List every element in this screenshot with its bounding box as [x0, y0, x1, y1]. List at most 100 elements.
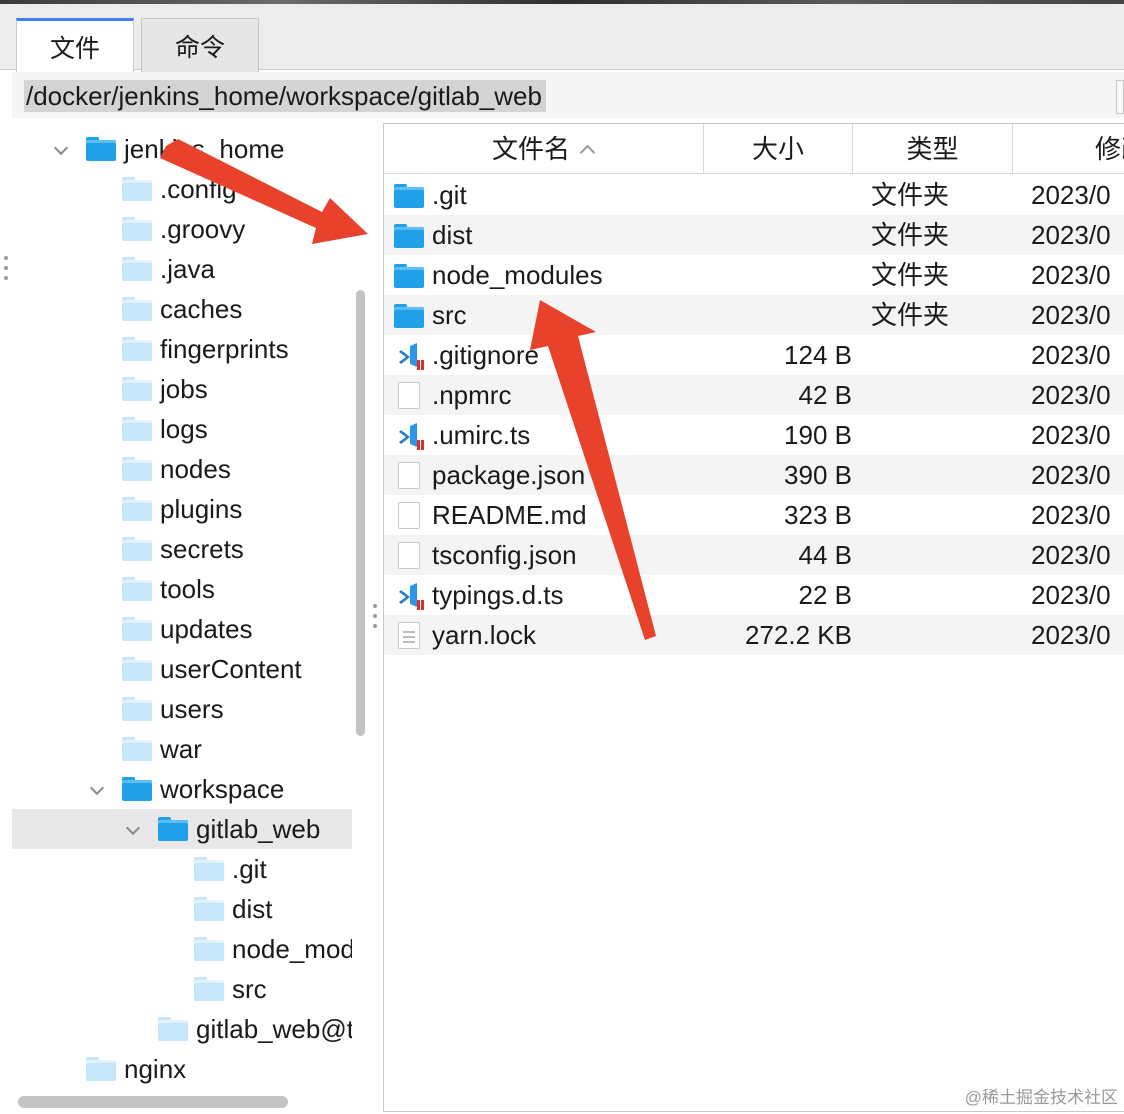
file-modified: 2023/0: [1031, 620, 1111, 650]
tab-commands[interactable]: 命令: [141, 18, 259, 72]
file-modified: 2023/0: [1031, 380, 1111, 410]
file-row[interactable]: src 文件夹 2023/0: [384, 295, 1124, 335]
tab-files[interactable]: 文件: [16, 18, 134, 73]
file-modified: 2023/0: [1031, 460, 1111, 490]
file-icon: [394, 502, 424, 529]
tree-item-label: node_modules: [232, 934, 352, 964]
folder-icon: [194, 897, 224, 921]
folder-icon: [158, 1017, 188, 1041]
column-header-modified[interactable]: 修改时间: [1013, 124, 1124, 174]
file-modified: 2023/0: [1031, 580, 1111, 610]
tree-item-label: gitlab_web: [196, 814, 321, 844]
tree-item[interactable]: nodes: [12, 449, 352, 489]
tree-item[interactable]: userContent: [12, 649, 352, 689]
tree-item[interactable]: war: [12, 729, 352, 769]
chevron-down-icon[interactable]: [89, 780, 105, 796]
tree-horizontal-scrollbar[interactable]: [18, 1096, 288, 1108]
path-input[interactable]: /docker/jenkins_home/workspace/gitlab_we…: [24, 80, 546, 112]
file-row[interactable]: .git 文件夹 2023/0: [384, 175, 1124, 215]
file-row[interactable]: yarn.lock 272.2 KB 2023/0: [384, 615, 1124, 655]
tree-item-label: userContent: [160, 654, 302, 684]
tree-item-label: jenkins_home: [124, 134, 285, 164]
tree-item[interactable]: gitlab_web: [12, 809, 352, 849]
tree-item[interactable]: logs: [12, 409, 352, 449]
folder-icon: [122, 737, 152, 761]
file-row[interactable]: README.md 323 B 2023/0: [384, 495, 1124, 535]
tree-item-label: caches: [160, 294, 243, 324]
folder-icon: [394, 302, 424, 328]
tree-item-label: secrets: [160, 534, 244, 564]
tree-item[interactable]: .git: [12, 849, 352, 889]
file-row[interactable]: .umirc.ts 190 B 2023/0: [384, 415, 1124, 455]
file-size: 272.2 KB: [745, 620, 852, 650]
tree-item[interactable]: tools: [12, 569, 352, 609]
file-size: [704, 215, 852, 255]
tree-item[interactable]: .groovy: [12, 209, 352, 249]
file-size: 323 B: [784, 500, 852, 530]
tree-item[interactable]: fingerprints: [12, 329, 352, 369]
folder-icon: [122, 377, 152, 401]
file-type: [871, 375, 1001, 415]
file-row[interactable]: .npmrc 42 B 2023/0: [384, 375, 1124, 415]
tree-item[interactable]: updates: [12, 609, 352, 649]
file-icon: [394, 382, 424, 409]
tree-item[interactable]: dist: [12, 889, 352, 929]
tree-item[interactable]: node_modules: [12, 929, 352, 969]
chevron-down-icon[interactable]: [53, 140, 69, 156]
folder-icon: [122, 537, 152, 561]
file-type: 文件夹: [871, 300, 950, 330]
tree-item-label: nginx: [124, 1054, 187, 1084]
tree-item[interactable]: jenkins_home: [12, 129, 352, 169]
tree-item-label: .git: [232, 854, 267, 884]
folder-icon: [158, 817, 188, 841]
file-modified: 2023/0: [1031, 220, 1111, 250]
file-row[interactable]: .gitignore 124 B 2023/0: [384, 335, 1124, 375]
folder-icon: [122, 657, 152, 681]
tree-item[interactable]: .config: [12, 169, 352, 209]
file-row[interactable]: dist 文件夹 2023/0: [384, 215, 1124, 255]
tree-item-label: gitlab_web@tmp: [196, 1014, 352, 1044]
tree-item[interactable]: gitlab_web@tmp: [12, 1009, 352, 1049]
file-size: 190 B: [784, 420, 852, 450]
tree-item-label: jobs: [160, 374, 208, 404]
folder-icon: [122, 577, 152, 601]
chevron-down-icon[interactable]: [125, 820, 141, 836]
left-panel-grip[interactable]: [4, 256, 10, 286]
path-go-button[interactable]: [1116, 80, 1124, 114]
file-row[interactable]: node_modules 文件夹 2023/0: [384, 255, 1124, 295]
file-modified: 2023/0: [1031, 260, 1111, 290]
tree-item[interactable]: users: [12, 689, 352, 729]
column-header-name[interactable]: 文件名: [384, 124, 704, 174]
tree-vertical-scrollbar[interactable]: [356, 290, 365, 736]
file-row[interactable]: tsconfig.json 44 B 2023/0: [384, 535, 1124, 575]
folder-icon: [122, 257, 152, 281]
file-row[interactable]: package.json 390 B 2023/0: [384, 455, 1124, 495]
panel-splitter-grip[interactable]: [373, 604, 379, 634]
tree-item-label: users: [160, 694, 224, 724]
file-type: [871, 535, 1001, 575]
tree-item-label: fingerprints: [160, 334, 289, 364]
directory-tree: jenkins_home .config .groovy .java caches fin…: [12, 126, 352, 1094]
tree-item[interactable]: .java: [12, 249, 352, 289]
tree-item[interactable]: plugins: [12, 489, 352, 529]
folder-icon: [122, 217, 152, 241]
folder-icon: [394, 222, 424, 248]
folder-icon: [122, 697, 152, 721]
folder-icon: [394, 182, 424, 208]
file-type: 文件夹: [871, 260, 950, 290]
sort-ascending-icon: [579, 144, 596, 161]
tree-item[interactable]: workspace: [12, 769, 352, 809]
tree-item-label: .java: [160, 254, 215, 284]
tree-item[interactable]: secrets: [12, 529, 352, 569]
file-type: [871, 615, 1001, 655]
tab-bar: 文件 命令: [0, 4, 1124, 73]
folder-icon: [86, 1057, 116, 1081]
column-header-type[interactable]: 类型: [853, 124, 1013, 174]
tree-item[interactable]: caches: [12, 289, 352, 329]
column-header-size[interactable]: 大小: [704, 124, 853, 174]
tree-item[interactable]: nginx: [12, 1049, 352, 1089]
file-row[interactable]: typings.d.ts 22 B 2023/0: [384, 575, 1124, 615]
tree-item[interactable]: jobs: [12, 369, 352, 409]
file-icon: [394, 542, 424, 569]
tree-item[interactable]: src: [12, 969, 352, 1009]
